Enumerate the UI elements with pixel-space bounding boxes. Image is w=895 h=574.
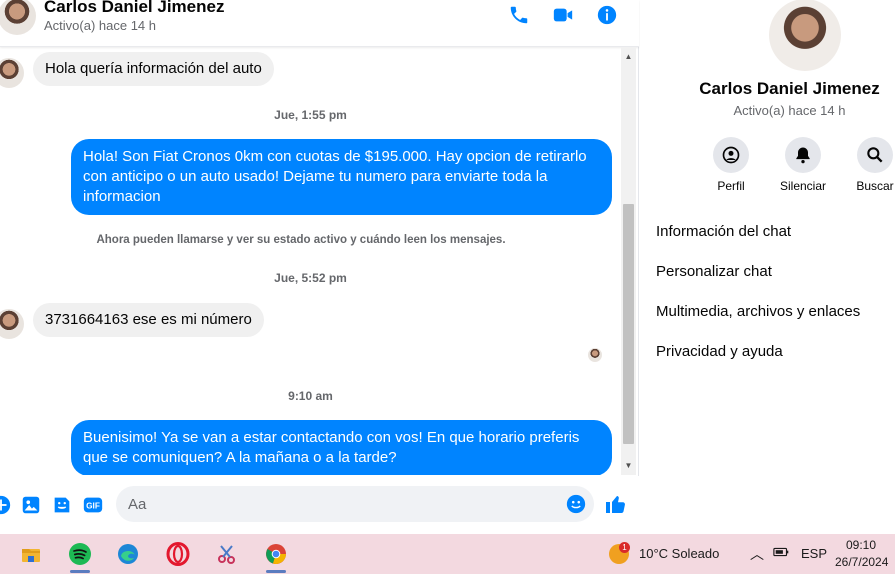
profile-status: Activo(a) hace 14 h bbox=[733, 103, 846, 118]
sticker-icon[interactable] bbox=[51, 494, 73, 516]
chat-panel: Carlos Daniel Jimenez Activo(a) hace 14 … bbox=[0, 0, 639, 534]
battery-network-icon[interactable] bbox=[773, 545, 791, 562]
mute-button[interactable]: Silenciar bbox=[768, 137, 838, 193]
gif-icon[interactable]: GIF bbox=[82, 494, 104, 516]
profile-label: Perfil bbox=[717, 179, 745, 193]
clock-time[interactable]: 09:10 bbox=[846, 538, 876, 552]
composer: GIF bbox=[0, 476, 639, 534]
contact-name[interactable]: Carlos Daniel Jimenez bbox=[44, 0, 224, 17]
like-icon[interactable] bbox=[604, 492, 628, 516]
menu-customize-chat[interactable]: Personalizar chat bbox=[656, 263, 772, 280]
search-button[interactable]: Buscar bbox=[840, 137, 895, 193]
chevron-up-icon[interactable]: ︿ bbox=[750, 544, 764, 564]
chrome-icon[interactable] bbox=[256, 538, 296, 573]
emoji-icon[interactable] bbox=[565, 493, 587, 515]
weather-text[interactable]: 10°C Soleado bbox=[639, 546, 719, 561]
plus-icon[interactable] bbox=[0, 494, 12, 516]
video-camera-icon[interactable] bbox=[552, 4, 574, 26]
timestamp: Jue, 1:55 pm bbox=[274, 108, 347, 122]
file-explorer-icon[interactable] bbox=[11, 538, 51, 570]
phone-icon[interactable] bbox=[508, 4, 530, 26]
snipping-tool-icon[interactable] bbox=[207, 538, 247, 570]
system-notice: Ahora pueden llamarse y ver su estado ac… bbox=[96, 234, 506, 246]
sender-avatar[interactable] bbox=[0, 309, 24, 339]
menu-chat-info[interactable]: Información del chat bbox=[656, 223, 791, 240]
spotify-icon[interactable] bbox=[60, 538, 100, 573]
clock-date[interactable]: 26/7/2024 bbox=[835, 555, 888, 569]
scroll-thumb[interactable] bbox=[623, 204, 634, 444]
weather-badge: 1 bbox=[619, 542, 630, 553]
info-panel: Carlos Daniel Jimenez Activo(a) hace 14 … bbox=[640, 0, 895, 534]
message-incoming[interactable]: Hola quería información del auto bbox=[33, 52, 274, 86]
opera-icon[interactable] bbox=[158, 538, 198, 570]
menu-privacy-help[interactable]: Privacidad y ayuda bbox=[656, 343, 783, 360]
timestamp: 9:10 am bbox=[288, 389, 333, 403]
search-icon bbox=[857, 137, 893, 173]
info-icon[interactable] bbox=[596, 4, 618, 26]
profile-avatar[interactable] bbox=[769, 0, 841, 71]
profile-button[interactable]: Perfil bbox=[696, 137, 766, 193]
menu-media-files-links[interactable]: Multimedia, archivos y enlaces bbox=[656, 303, 860, 320]
message-outgoing[interactable]: Buenisimo! Ya se van a estar contactando… bbox=[71, 420, 612, 475]
chat-header: Carlos Daniel Jimenez Activo(a) hace 14 … bbox=[0, 0, 639, 47]
scrollbar[interactable]: ▲ ▼ bbox=[621, 47, 636, 475]
message-input[interactable] bbox=[116, 486, 594, 522]
seen-avatar bbox=[588, 348, 602, 362]
sender-avatar[interactable] bbox=[0, 58, 24, 88]
profile-icon bbox=[713, 137, 749, 173]
search-label: Buscar bbox=[856, 179, 894, 193]
message-incoming[interactable]: 3731664163 ese es mi número bbox=[33, 303, 264, 337]
language-indicator[interactable]: ESP bbox=[801, 546, 827, 561]
bell-icon bbox=[785, 137, 821, 173]
edge-icon[interactable] bbox=[108, 538, 148, 570]
message-list[interactable]: Hola quería información del auto Jue, 1:… bbox=[0, 47, 621, 475]
timestamp: Jue, 5:52 pm bbox=[274, 271, 347, 285]
profile-name: Carlos Daniel Jimenez bbox=[699, 79, 880, 98]
contact-status: Activo(a) hace 14 h bbox=[44, 18, 157, 33]
scroll-up-arrow[interactable]: ▲ bbox=[621, 49, 636, 64]
svg-text:GIF: GIF bbox=[86, 502, 100, 511]
taskbar: 1 10°C Soleado ︿ ESP 09:10 26/7/2024 bbox=[0, 534, 895, 574]
scroll-down-arrow[interactable]: ▼ bbox=[621, 458, 636, 473]
image-icon[interactable] bbox=[20, 494, 42, 516]
mute-label: Silenciar bbox=[779, 179, 827, 193]
contact-avatar[interactable] bbox=[0, 0, 36, 35]
message-outgoing[interactable]: Hola! Son Fiat Cronos 0km con cuotas de … bbox=[71, 139, 612, 215]
